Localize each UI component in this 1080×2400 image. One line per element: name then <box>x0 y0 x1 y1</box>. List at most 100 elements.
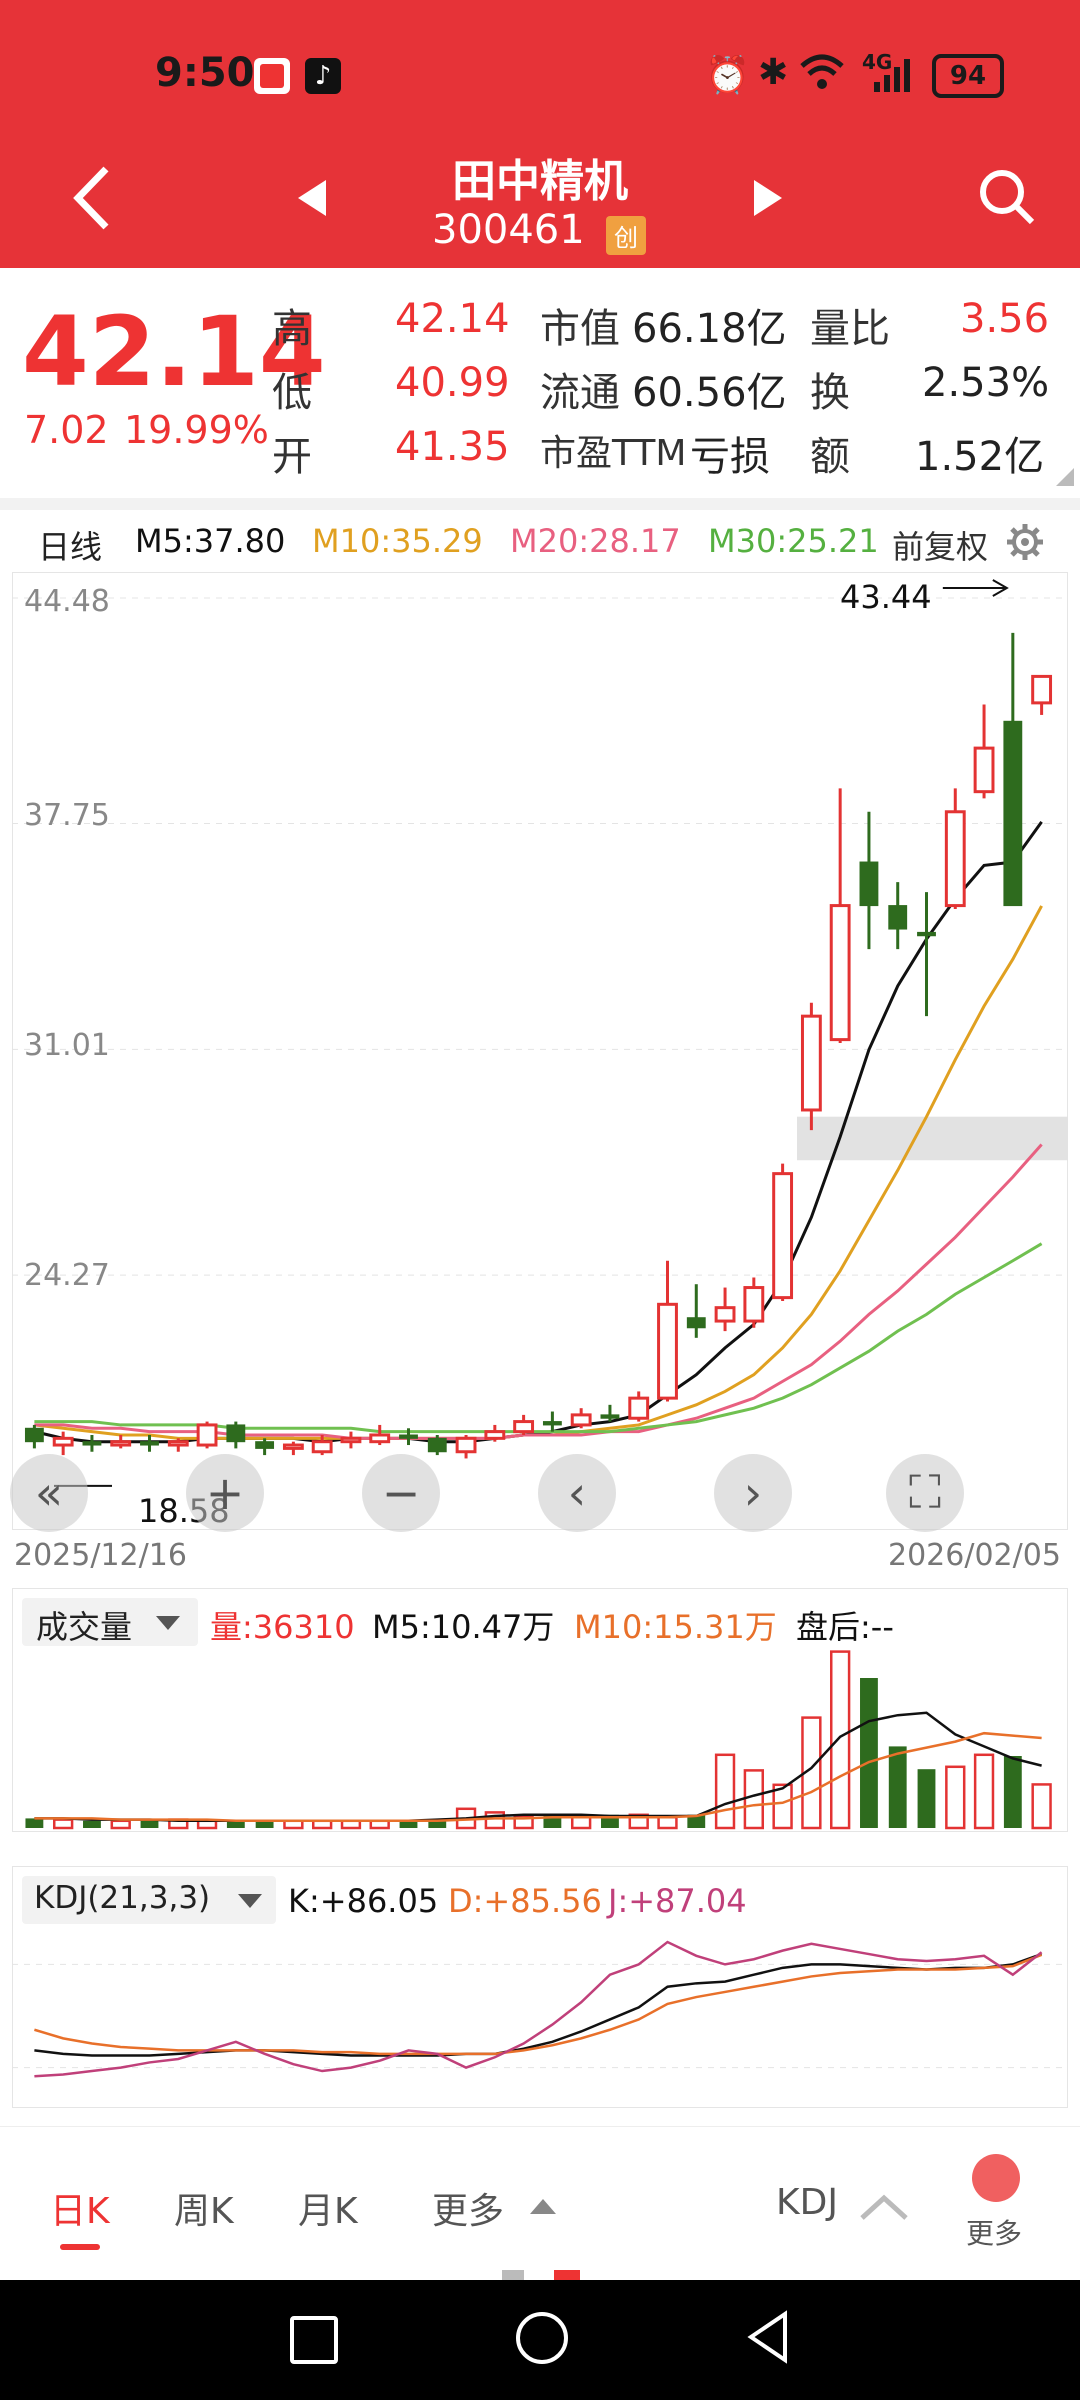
active-tab-indicator <box>60 2244 100 2250</box>
candle-body-down <box>140 1441 159 1446</box>
turnover-value: 2.53% <box>922 360 1050 406</box>
candle-body-up <box>110 1440 132 1447</box>
candle-body-down <box>686 1317 706 1329</box>
volume-chart[interactable] <box>12 1588 1068 1832</box>
bluetooth-icon: ✱ <box>758 52 789 93</box>
ma30-label: M30:25.21 <box>708 522 879 560</box>
candle-body-up <box>944 810 966 908</box>
zoom-out-button[interactable]: − <box>362 1454 440 1532</box>
prev-stock-icon[interactable] <box>296 178 328 218</box>
tiktok-icon: ♪ <box>305 58 341 94</box>
back-icon[interactable] <box>745 2310 791 2364</box>
volume-bar-up <box>945 1765 966 1830</box>
settings-gear-icon[interactable] <box>1005 522 1045 562</box>
gap-band <box>797 1116 1068 1161</box>
open-label: 开 <box>272 434 312 480</box>
candle-body-down <box>542 1421 562 1426</box>
kdj-chart-border <box>12 1866 1068 2108</box>
volume-bar-up <box>657 1815 678 1830</box>
low-value: 40.99 <box>395 360 510 406</box>
caret-up-icon <box>530 2199 556 2214</box>
scroll-start-button[interactable]: « <box>10 1454 88 1532</box>
price-change-pct: 19.99% <box>124 408 269 452</box>
back-arrow-icon[interactable] <box>70 165 114 231</box>
candle-body-up <box>973 746 995 794</box>
kdj-line-j <box>34 1940 1043 2078</box>
candle-body-up <box>484 1430 506 1440</box>
page-dot-1 <box>502 2270 524 2280</box>
tab-more[interactable]: 更多 <box>432 2182 504 2234</box>
period-label[interactable]: 日线 <box>38 522 102 568</box>
volume-ratio-label: 量比 <box>810 306 890 352</box>
kdj-chart[interactable] <box>12 1866 1068 2108</box>
candle-body-down <box>255 1441 275 1449</box>
candle-body-up <box>369 1433 391 1444</box>
volume-bar-down <box>140 1820 159 1828</box>
price-chart-border <box>12 572 1068 1530</box>
ma5-label: M5:37.80 <box>135 522 286 560</box>
more-float-button[interactable] <box>972 2154 1020 2202</box>
fullscreen-button[interactable]: ⛶ <box>886 1454 964 1532</box>
volume-bar-down <box>1003 1756 1022 1828</box>
tab-indicator-kdj[interactable]: KDJ <box>776 2182 838 2223</box>
float-cap-label: 流通 <box>540 370 620 416</box>
volume-bar-down <box>888 1746 907 1828</box>
candle-body-down <box>1003 720 1023 907</box>
zoom-in-button[interactable]: + <box>186 1454 264 1532</box>
ma20-label: M20:28.17 <box>510 522 681 560</box>
volume-chart-border <box>12 1588 1068 1832</box>
candle-body-up <box>311 1440 333 1454</box>
start-date: 2025/12/16 <box>14 1538 187 1573</box>
chevron-up-icon[interactable] <box>858 2192 910 2222</box>
wifi-icon <box>800 54 844 89</box>
candle-body-up <box>772 1172 794 1300</box>
candle-body-up <box>1031 674 1053 705</box>
volume-ratio-value: 3.56 <box>960 296 1050 342</box>
tab-weekly-k[interactable]: 周K <box>174 2182 234 2234</box>
home-icon[interactable] <box>516 2312 568 2364</box>
next-stock-icon[interactable] <box>752 178 784 218</box>
battery-level: 94 <box>949 61 987 91</box>
volume-bar-up <box>110 1819 131 1830</box>
page-dot-2 <box>554 2270 580 2280</box>
adjust-label[interactable]: 前复权 <box>892 522 988 568</box>
battery-icon: 94 <box>932 54 1004 98</box>
search-icon[interactable] <box>978 168 1036 228</box>
volume-bar-up <box>743 1769 765 1830</box>
recent-apps-icon[interactable] <box>290 2316 338 2364</box>
axis-label-1: 44.48 <box>24 584 110 619</box>
volume-bar-up <box>772 1783 793 1830</box>
kdj-line-d <box>34 1953 1043 2056</box>
expand-corner-icon[interactable] <box>1056 468 1074 486</box>
candle-body-down <box>600 1414 620 1419</box>
candle-body-down <box>399 1434 418 1439</box>
volume-bar-down <box>25 1818 44 1828</box>
tab-daily-k[interactable]: 日K <box>50 2182 110 2234</box>
axis-label-2: 37.75 <box>24 798 110 833</box>
axis-label-4: 24.27 <box>24 1258 110 1293</box>
tab-monthly-k[interactable]: 月K <box>298 2182 358 2234</box>
price-chart[interactable] <box>12 572 1068 1530</box>
more-label[interactable]: 更多 <box>966 2212 1022 2252</box>
ma-line-m10 <box>34 905 1043 1440</box>
header: 9:50 ♪ ⏰ ✱ 4G 94 田中精机 300461 创 <box>0 0 1080 268</box>
turnover-label: 换 <box>810 370 850 416</box>
candle-body-up <box>167 1440 189 1447</box>
scroll-left-button[interactable]: ‹ <box>538 1454 616 1532</box>
candle-body-down <box>82 1441 102 1446</box>
signal-icon <box>874 59 910 92</box>
ma-line-m30 <box>34 1242 1043 1434</box>
volume-bar-up <box>829 1650 851 1830</box>
volume-bar-up <box>1031 1783 1052 1830</box>
candle-body-up <box>52 1436 74 1447</box>
float-cap-value: 60.56亿 <box>632 370 787 416</box>
pe-label: 市盈TTM <box>540 433 687 474</box>
candle-body-down <box>859 861 879 907</box>
volume-bar-up <box>714 1753 736 1830</box>
market-cap-label: 市值 <box>540 306 620 352</box>
candle-body-down <box>226 1424 246 1443</box>
axis-label-3: 31.01 <box>24 1028 110 1063</box>
candle-body-up <box>455 1436 477 1454</box>
scroll-right-button[interactable]: › <box>714 1454 792 1532</box>
volume-bar-down <box>917 1769 936 1828</box>
